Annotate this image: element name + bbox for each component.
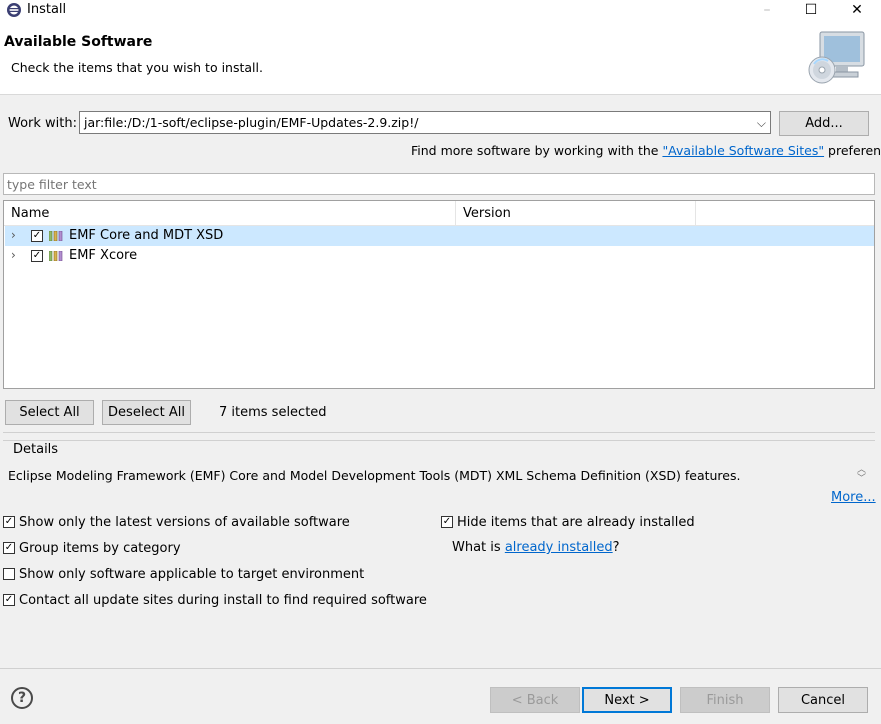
already-installed-link[interactable]: already installed xyxy=(505,540,613,555)
maximize-button[interactable]: ☐ xyxy=(788,0,834,20)
close-button[interactable]: ✕ xyxy=(834,0,880,20)
page-subtitle: Check the items that you wish to install… xyxy=(11,60,263,75)
items-selected-count: 7 items selected xyxy=(219,405,327,420)
work-with-value: jar:file:/D:/1-soft/eclipse-plugin/EMF-U… xyxy=(84,115,419,130)
work-with-label: Work with: xyxy=(8,116,78,131)
software-tree[interactable]: Name Version › ✓ EMF Core and MDT XSD › … xyxy=(3,200,875,389)
find-more-prefix: Find more software by working with the xyxy=(411,143,663,158)
back-button[interactable]: < Back xyxy=(490,687,580,713)
option-contact-sites[interactable]: ✓ Contact all update sites during instal… xyxy=(3,592,427,608)
option-label: Show only software applicable to target … xyxy=(19,566,365,582)
column-header-extra xyxy=(696,201,874,225)
option-label: Hide items that are already installed xyxy=(457,514,695,530)
wizard-header: Available Software Check the items that … xyxy=(0,20,881,95)
chevron-right-icon[interactable]: › xyxy=(11,248,25,262)
row-checkbox[interactable]: ✓ xyxy=(31,250,43,262)
finish-button[interactable]: Finish xyxy=(680,687,770,713)
option-latest-versions[interactable]: ✓ Show only the latest versions of avail… xyxy=(3,514,350,530)
target-environment-checkbox[interactable] xyxy=(3,568,15,580)
group-by-category-checkbox[interactable]: ✓ xyxy=(3,542,15,554)
column-header-version[interactable]: Version xyxy=(456,201,696,225)
scroll-arrows-icon[interactable]: ︿ ﹀ xyxy=(857,466,866,484)
more-link[interactable]: More... xyxy=(831,490,876,505)
chevron-right-icon[interactable]: › xyxy=(11,228,25,242)
window-title: Install xyxy=(27,2,67,17)
available-software-sites-link[interactable]: "Available Software Sites" xyxy=(662,143,824,158)
row-label: EMF Xcore xyxy=(69,248,138,263)
contact-sites-checkbox[interactable]: ✓ xyxy=(3,594,15,606)
details-label: Details xyxy=(12,442,60,457)
option-group-by-category[interactable]: ✓ Group items by category xyxy=(3,540,181,556)
work-with-combo[interactable]: jar:file:/D:/1-soft/eclipse-plugin/EMF-U… xyxy=(79,111,771,134)
find-more-suffix: preferences. xyxy=(828,143,881,158)
option-label: Contact all update sites during install … xyxy=(19,592,427,608)
add-button[interactable]: Add... xyxy=(779,111,869,136)
option-hide-installed[interactable]: ✓ Hide items that are already installed xyxy=(441,514,695,530)
cancel-button[interactable]: Cancel xyxy=(778,687,868,713)
what-is-prefix: What is xyxy=(452,540,505,555)
tree-header: Name Version xyxy=(4,201,874,226)
chevron-down-icon[interactable]: ⌵ xyxy=(757,116,766,131)
row-checkbox[interactable]: ✓ xyxy=(31,230,43,242)
what-is-suffix: ? xyxy=(612,540,620,555)
next-button[interactable]: Next > xyxy=(582,687,672,713)
tree-row-emf-core[interactable]: › ✓ EMF Core and MDT XSD xyxy=(5,226,874,246)
details-text: Eclipse Modeling Framework (EMF) Core an… xyxy=(8,468,741,483)
select-all-button[interactable]: Select All xyxy=(5,400,94,425)
details-separator xyxy=(3,432,875,433)
page-title: Available Software xyxy=(4,34,153,50)
footer-separator xyxy=(0,668,881,669)
find-more-text: Find more software by working with the "… xyxy=(411,143,881,158)
latest-versions-checkbox[interactable]: ✓ xyxy=(3,516,15,528)
option-target-environment[interactable]: Show only software applicable to target … xyxy=(3,566,364,582)
minimize-button[interactable]: – xyxy=(744,0,790,20)
filter-input[interactable] xyxy=(3,173,875,195)
what-is-installed-text: What is already installed? xyxy=(452,540,620,555)
install-banner-icon xyxy=(808,31,865,84)
deselect-all-button[interactable]: Deselect All xyxy=(102,400,191,425)
eclipse-app-icon xyxy=(7,3,21,17)
title-bar: Install – ☐ ✕ xyxy=(0,0,881,20)
column-header-name[interactable]: Name xyxy=(4,201,456,225)
feature-group-icon xyxy=(49,251,63,261)
row-label: EMF Core and MDT XSD xyxy=(69,228,224,243)
option-label: Show only the latest versions of availab… xyxy=(19,514,350,530)
feature-group-icon xyxy=(49,231,63,241)
hide-installed-checkbox[interactable]: ✓ xyxy=(441,516,453,528)
tree-row-emf-xcore[interactable]: › ✓ EMF Xcore xyxy=(5,246,874,266)
help-icon[interactable]: ? xyxy=(11,687,33,709)
option-label: Group items by category xyxy=(19,540,181,556)
